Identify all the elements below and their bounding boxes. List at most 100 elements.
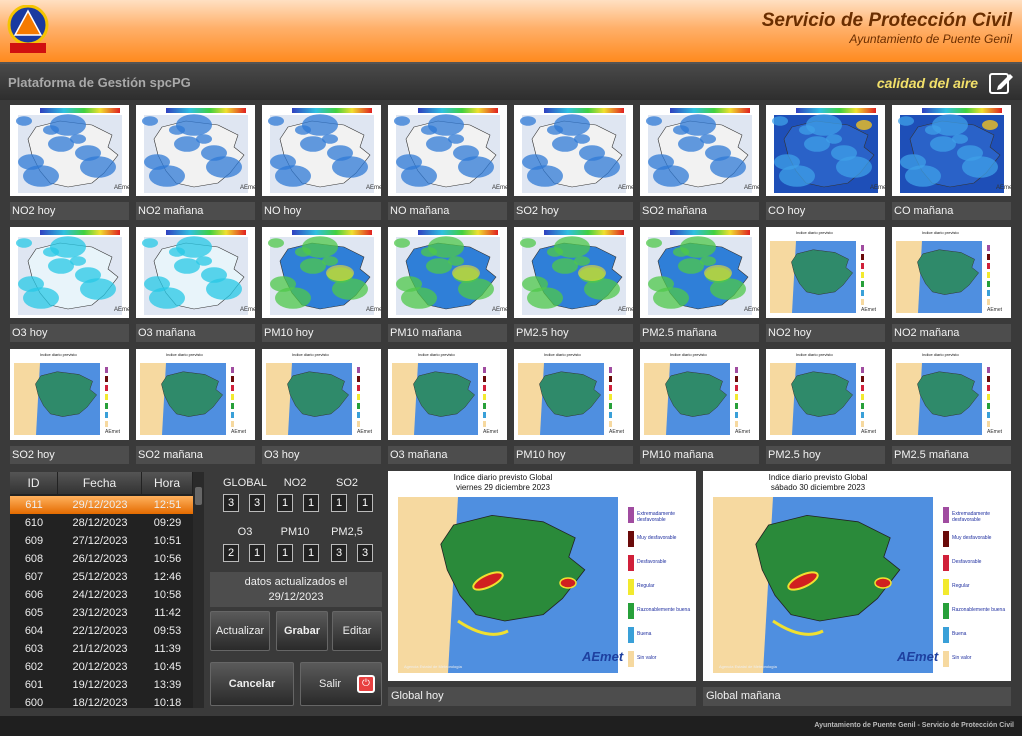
map-thumbnail[interactable]: Indice diario previsto AEmet xyxy=(640,349,759,440)
table-row[interactable]: 611 29/12/2023 12:51 xyxy=(10,496,193,514)
map-caption: PM10 hoy xyxy=(514,446,633,464)
footer: Ayuntamiento de Puente Genil - Servicio … xyxy=(0,716,1022,736)
table-row[interactable]: 608 26/12/2023 10:56 xyxy=(10,550,193,568)
cancelar-button[interactable]: Cancelar xyxy=(210,662,294,706)
global-map-image[interactable]: Indice diario previsto Global viernes 29 … xyxy=(388,471,696,681)
cell-hora: 09:29 xyxy=(153,517,182,529)
cell-id: 601 xyxy=(24,679,44,691)
table-scrollbar[interactable] xyxy=(193,472,204,708)
index-value: 1 xyxy=(303,544,319,562)
svg-text:AEmet: AEmet xyxy=(240,185,255,191)
map-caption: O3 mañana xyxy=(388,446,507,464)
global-map-image[interactable]: Indice diario previsto Global sábado 30 d… xyxy=(703,471,1011,681)
svg-text:Indice diario previsto: Indice diario previsto xyxy=(670,352,707,357)
map-thumbnail[interactable]: AEmet xyxy=(136,227,255,318)
map-caption: SO2 mañana xyxy=(640,202,759,220)
table-row[interactable]: 606 24/12/2023 10:58 xyxy=(10,586,193,604)
table-row[interactable]: 603 21/12/2023 11:39 xyxy=(10,640,193,658)
map-thumbnail[interactable]: Indice diario previsto AEmet xyxy=(766,227,885,318)
svg-text:AEmet: AEmet xyxy=(861,307,877,313)
salir-button[interactable]: Salir ⏻ xyxy=(300,662,382,706)
table-row[interactable]: 607 25/12/2023 12:46 xyxy=(10,568,193,586)
cell-fecha: 20/12/2023 xyxy=(72,661,128,673)
cell-hora: 10:45 xyxy=(153,661,182,673)
column-header-hora[interactable]: Hora xyxy=(142,472,193,494)
map-thumbnail[interactable]: AEmet xyxy=(892,105,1011,196)
global-map-caption: Global hoy xyxy=(388,687,696,706)
column-header-id[interactable]: ID xyxy=(10,472,58,494)
svg-text:AEmet: AEmet xyxy=(114,185,129,191)
map-thumbnail[interactable]: AEmet xyxy=(262,105,381,196)
table-row[interactable]: 604 22/12/2023 09:53 xyxy=(10,622,193,640)
index-label: PM10 xyxy=(280,526,310,538)
table-row[interactable]: 600 18/12/2023 10:18 xyxy=(10,694,193,708)
map-thumbnail[interactable]: AEmet xyxy=(10,105,129,196)
map-caption: NO mañana xyxy=(388,202,507,220)
map-thumbnail[interactable]: AEmet xyxy=(640,227,759,318)
table-row[interactable]: 601 19/12/2023 13:39 xyxy=(10,676,193,694)
map-thumbnail[interactable]: Indice diario previsto AEmet xyxy=(10,349,129,440)
column-header-fecha[interactable]: Fecha xyxy=(58,472,142,494)
map-thumbnail[interactable]: Indice diario previsto AEmet xyxy=(892,227,1011,318)
map-thumbnail[interactable]: AEmet xyxy=(514,227,633,318)
map-caption: CO hoy xyxy=(766,202,885,220)
cell-id: 609 xyxy=(24,535,44,547)
table-row[interactable]: 602 20/12/2023 10:45 xyxy=(10,658,193,676)
map-caption: CO mañana xyxy=(892,202,1011,220)
map-caption: PM10 mañana xyxy=(640,446,759,464)
svg-text:Indice diario previsto: Indice diario previsto xyxy=(544,352,581,357)
map-caption: O3 hoy xyxy=(262,446,381,464)
cell-fecha: 23/12/2023 xyxy=(72,607,128,619)
svg-text:AEmet: AEmet xyxy=(357,429,373,435)
cell-hora: 10:58 xyxy=(153,589,182,601)
map-thumbnail[interactable]: Indice diario previsto AEmet xyxy=(766,349,885,440)
cell-id: 600 xyxy=(24,697,44,708)
map-caption: NO2 mañana xyxy=(136,202,255,220)
map-thumbnail[interactable]: Indice diario previsto AEmet xyxy=(892,349,1011,440)
index-value: 1 xyxy=(277,544,293,562)
svg-text:Indice diario previsto: Indice diario previsto xyxy=(922,230,959,235)
index-label: NO2 xyxy=(283,477,307,489)
cell-hora: 13:39 xyxy=(153,679,182,691)
svg-text:AEmet: AEmet xyxy=(231,429,247,435)
map-thumbnail[interactable]: Indice diario previsto AEmet xyxy=(262,349,381,440)
cell-fecha: 22/12/2023 xyxy=(72,625,128,637)
map-thumbnail[interactable]: AEmet xyxy=(766,105,885,196)
index-label: SO2 xyxy=(335,477,358,489)
map-thumbnail[interactable]: AEmet xyxy=(388,105,507,196)
svg-text:Indice diario previsto: Indice diario previsto xyxy=(796,352,833,357)
grabar-button[interactable]: Grabar xyxy=(276,611,328,651)
svg-text:Indice diario previsto: Indice diario previsto xyxy=(418,352,455,357)
svg-text:AEmet: AEmet xyxy=(744,185,759,191)
map-thumbnail[interactable]: AEmet xyxy=(262,227,381,318)
table-row[interactable]: 609 27/12/2023 10:51 xyxy=(10,532,193,550)
editar-button[interactable]: Editar xyxy=(332,611,382,651)
svg-text:AEmet: AEmet xyxy=(609,429,625,435)
table-row[interactable]: 605 23/12/2023 11:42 xyxy=(10,604,193,622)
cell-hora: 10:18 xyxy=(153,697,182,708)
legend-entry: Razonablemente buena xyxy=(952,607,1006,613)
map-thumbnail[interactable]: Indice diario previsto AEmet xyxy=(388,349,507,440)
map-thumbnail[interactable]: AEmet xyxy=(514,105,633,196)
index-value: 3 xyxy=(223,494,239,512)
index-label: GLOBAL xyxy=(222,477,268,489)
svg-text:AEmet: AEmet xyxy=(987,307,1003,313)
legend-entry: Regular xyxy=(637,583,655,589)
cell-hora: 12:46 xyxy=(153,571,182,583)
map-caption: PM2.5 mañana xyxy=(892,446,1011,464)
map-thumbnail[interactable]: AEmet xyxy=(388,227,507,318)
map-thumbnail[interactable]: AEmet xyxy=(10,227,129,318)
map-caption: PM2.5 hoy xyxy=(514,324,633,342)
actualizar-button[interactable]: Actualizar xyxy=(210,611,270,651)
svg-text:AEmet: AEmet xyxy=(492,185,507,191)
map-thumbnail[interactable]: AEmet xyxy=(640,105,759,196)
records-table[interactable]: ID Fecha Hora 611 29/12/2023 12:51 610 28/12… xyxy=(10,472,204,708)
cell-hora: 11:39 xyxy=(154,643,181,655)
legend-entry: Sin valor xyxy=(637,655,657,661)
map-thumbnail[interactable]: Indice diario previsto AEmet xyxy=(136,349,255,440)
cell-hora: 10:56 xyxy=(153,553,182,565)
map-thumbnail[interactable]: Indice diario previsto AEmet xyxy=(514,349,633,440)
edit-icon[interactable] xyxy=(988,70,1014,96)
map-thumbnail[interactable]: AEmet xyxy=(136,105,255,196)
table-row[interactable]: 610 28/12/2023 09:29 xyxy=(10,514,193,532)
